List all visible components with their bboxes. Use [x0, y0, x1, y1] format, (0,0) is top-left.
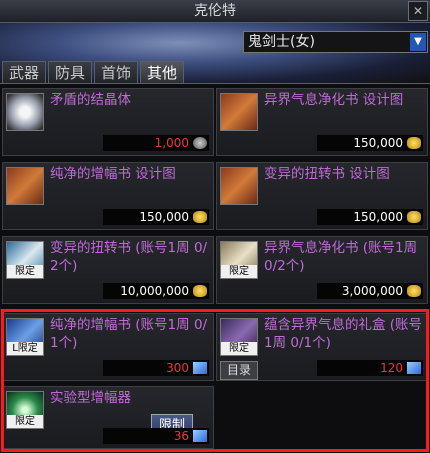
limited-tag: 限定: [221, 265, 257, 278]
shop-item[interactable]: 限定 实验型增幅器 限制 36: [2, 386, 214, 449]
gold-coin-icon: [407, 285, 421, 297]
blue-crystal-icon: [407, 362, 421, 374]
scroll-limited-icon: 限定: [220, 241, 258, 279]
tab-weapons[interactable]: 武器: [2, 61, 47, 84]
category-tabs: 武器 防具 首饰 其他: [2, 61, 186, 84]
item-price: 1,000: [103, 135, 209, 151]
tab-accessories[interactable]: 首饰: [94, 61, 139, 84]
item-price: 300: [103, 360, 209, 376]
item-price: 150,000: [317, 135, 423, 151]
book-limited-icon: L限定: [6, 318, 44, 356]
item-price: 150,000: [317, 209, 423, 225]
window-title: 克伦特: [194, 3, 236, 19]
item-name: 变异的扭转书 设计图: [264, 166, 390, 182]
limited-tag: L限定: [7, 342, 43, 355]
limited-tag: 限定: [7, 415, 43, 428]
shop-item[interactable]: 纯净的增幅书 设计图 150,000: [2, 162, 214, 230]
item-name: 纯净的增幅书 设计图: [50, 166, 176, 182]
scroll-icon: [6, 167, 44, 205]
gold-coin-icon: [193, 285, 207, 297]
item-name: 异界气息净化书 设计图: [264, 92, 404, 108]
item-name: 异界气息净化书 (账号1周 0/2个): [264, 240, 418, 274]
item-price: 36: [103, 428, 209, 444]
class-dropdown-value: 鬼剑士(女): [248, 34, 315, 50]
gold-coin-icon: [407, 211, 421, 223]
item-name: 蕴含异界气息的礼盒 (账号1周 0/1个): [264, 317, 423, 351]
amplifier-limited-icon: 限定: [6, 391, 44, 429]
class-dropdown[interactable]: 鬼剑士(女) ▼: [243, 31, 428, 53]
shop-item[interactable]: L限定 纯净的增幅书 (账号1周 0/1个) 300: [2, 313, 214, 381]
chevron-down-icon[interactable]: ▼: [410, 33, 426, 51]
gift-box-limited-icon: 限定: [220, 318, 258, 356]
blue-crystal-icon: [193, 362, 207, 374]
shop-item[interactable]: 变异的扭转书 设计图 150,000: [216, 162, 428, 230]
item-price: 120: [317, 360, 423, 376]
tab-other[interactable]: 其他: [140, 61, 185, 84]
shop-item[interactable]: 矛盾的结晶体 1,000: [2, 88, 214, 156]
item-price: 150,000: [103, 209, 209, 225]
limited-tag: 限定: [7, 265, 43, 278]
catalog-button[interactable]: 目录: [220, 361, 258, 380]
scroll-icon: [220, 93, 258, 131]
gold-coin-icon: [407, 137, 421, 149]
tab-divider: [0, 83, 430, 84]
shop-item[interactable]: 限定 蕴含异界气息的礼盒 (账号1周 0/1个) 目录 120: [216, 313, 428, 381]
gold-coin-icon: [193, 211, 207, 223]
shop-item[interactable]: 限定 异界气息净化书 (账号1周 0/2个) 3,000,000: [216, 236, 428, 304]
shop-item[interactable]: 限定 变异的扭转书 (账号1周 0/2个) 10,000,000: [2, 236, 214, 304]
item-name: 矛盾的结晶体: [50, 92, 131, 108]
scroll-icon: [220, 167, 258, 205]
close-icon[interactable]: ✕: [408, 1, 428, 21]
item-price: 3,000,000: [317, 283, 423, 299]
limited-tag: 限定: [221, 342, 257, 355]
item-name: 纯净的增幅书 (账号1周 0/1个): [50, 317, 208, 351]
tab-armor[interactable]: 防具: [48, 61, 93, 84]
blue-crystal-icon: [193, 430, 207, 442]
scroll-limited-icon: 限定: [6, 241, 44, 279]
crystal-icon: [6, 93, 44, 131]
window-title-bar: 克伦特 ✕: [0, 0, 430, 23]
silver-coin-icon: [193, 137, 207, 149]
item-name: 实验型增幅器: [50, 390, 131, 406]
item-price: 10,000,000: [103, 283, 209, 299]
shop-item[interactable]: 异界气息净化书 设计图 150,000: [216, 88, 428, 156]
item-name: 变异的扭转书 (账号1周 0/2个): [50, 240, 208, 274]
